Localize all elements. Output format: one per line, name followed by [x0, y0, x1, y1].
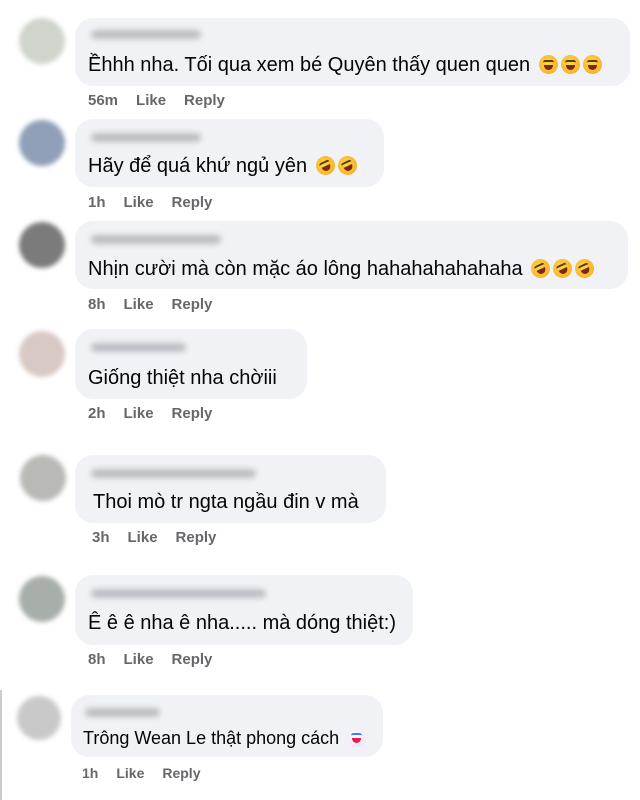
clown-emoji-icon — [347, 728, 367, 747]
avatar[interactable] — [20, 455, 66, 501]
comment-time[interactable]: 8h — [88, 296, 106, 314]
comment-time[interactable]: 3h — [92, 529, 110, 547]
comment-time[interactable]: 56m — [88, 92, 118, 110]
reply-button[interactable]: Reply — [172, 405, 213, 423]
comment-actions: 3h Like Reply — [92, 529, 216, 547]
comment-text: Ê ê ê nha ê nha..... mà dóng thiệt:) — [88, 611, 396, 635]
avatar[interactable] — [19, 576, 65, 622]
joy-emoji-icon — [560, 55, 580, 74]
commenter-name-blurred[interactable] — [91, 469, 256, 478]
rofl-emoji-icon — [334, 152, 360, 179]
like-button[interactable]: Like — [124, 405, 154, 423]
comment-text: Hãy để quá khứ ngủ yên — [88, 152, 360, 179]
comment-time[interactable]: 1h — [82, 764, 98, 782]
commenter-name-blurred[interactable] — [91, 343, 186, 352]
comment-text: Thoi mò tr ngta ngầu đin v mà — [93, 490, 359, 514]
rofl-emoji-icon — [528, 255, 554, 282]
joy-emoji-icon — [582, 55, 602, 74]
comment-time[interactable]: 1h — [88, 194, 106, 212]
commenter-name-blurred[interactable] — [85, 708, 160, 717]
comment-text: Giống thiệt nha chờiii — [88, 366, 277, 390]
comment-bubble: Giống thiệt nha chờiii — [75, 329, 307, 399]
comment-bubble: Ềhhh nha. Tối qua xem bé Quyên thấy quen… — [75, 18, 630, 86]
joy-emoji-icon — [538, 55, 558, 74]
reply-button[interactable]: Reply — [172, 194, 213, 212]
comment-actions: 8h Like Reply — [88, 296, 212, 314]
comment-bubble: Hãy để quá khứ ngủ yên — [75, 119, 384, 187]
thread-rule — [0, 690, 2, 800]
comment-text-content: Ềhhh nha. Tối qua xem bé Quyên thấy quen… — [88, 54, 531, 76]
comment-text-content: Ê ê ê nha ê nha..... mà dóng thiệt:) — [88, 612, 396, 634]
reply-button[interactable]: Reply — [184, 92, 225, 110]
comment-text: Ềhhh nha. Tối qua xem bé Quyên thấy quen… — [88, 53, 602, 77]
avatar[interactable] — [19, 222, 65, 268]
commenter-name-blurred[interactable] — [91, 133, 201, 142]
avatar[interactable] — [17, 696, 61, 740]
reply-button[interactable]: Reply — [172, 296, 213, 314]
rofl-emoji-icon — [550, 255, 576, 282]
comment-text-content: Trông Wean Le thật phong cách — [83, 728, 340, 748]
comment-actions: 1h Like Reply — [88, 194, 212, 212]
commenter-name-blurred[interactable] — [91, 235, 221, 244]
comment-bubble: Ê ê ê nha ê nha..... mà dóng thiệt:) — [75, 575, 413, 645]
reply-button[interactable]: Reply — [162, 764, 200, 782]
comment-actions: 1h Like Reply — [82, 764, 200, 782]
comment-bubble: Nhịn cười mà còn mặc áo lông hahahahahah… — [75, 221, 628, 289]
like-button[interactable]: Like — [116, 764, 144, 782]
comment-actions: 2h Like Reply — [88, 405, 212, 423]
comment-actions: 8h Like Reply — [88, 651, 212, 669]
avatar[interactable] — [19, 18, 65, 64]
comment-text-content: Thoi mò tr ngta ngầu đin v mà — [93, 491, 359, 513]
avatar[interactable] — [19, 120, 65, 166]
comment-time[interactable]: 8h — [88, 651, 106, 669]
like-button[interactable]: Like — [124, 651, 154, 669]
like-button[interactable]: Like — [124, 194, 154, 212]
like-button[interactable]: Like — [128, 529, 158, 547]
like-button[interactable]: Like — [136, 92, 166, 110]
reply-button[interactable]: Reply — [176, 529, 217, 547]
comment-text: Trông Wean Le thật phong cách — [83, 727, 367, 749]
comment-text-content: Nhịn cười mà còn mặc áo lông hahahahahah… — [88, 258, 523, 280]
commenter-name-blurred[interactable] — [91, 589, 266, 598]
reply-button[interactable]: Reply — [172, 651, 213, 669]
rofl-emoji-icon — [572, 255, 598, 282]
comment-text: Nhịn cười mà còn mặc áo lông hahahahahah… — [88, 255, 598, 282]
rofl-emoji-icon — [312, 152, 338, 179]
commenter-name-blurred[interactable] — [91, 30, 201, 39]
comment-actions: 56m Like Reply — [88, 92, 225, 110]
comment-text-content: Hãy để quá khứ ngủ yên — [88, 155, 308, 177]
comment-text-content: Giống thiệt nha chờiii — [88, 367, 277, 389]
avatar[interactable] — [19, 331, 65, 377]
comment-bubble: Thoi mò tr ngta ngầu đin v mà — [75, 455, 386, 523]
comment-bubble: Trông Wean Le thật phong cách — [71, 695, 383, 757]
comment-time[interactable]: 2h — [88, 405, 106, 423]
like-button[interactable]: Like — [124, 296, 154, 314]
